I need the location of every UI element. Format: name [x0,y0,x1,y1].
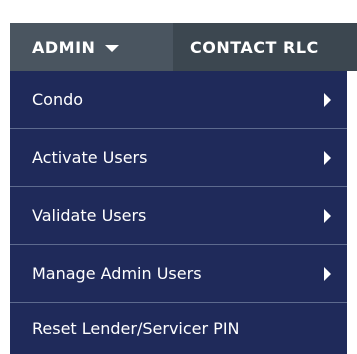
menu-item-activate-users[interactable]: Activate Users [10,129,347,186]
menu-item-condo[interactable]: Condo [10,71,347,128]
tab-admin[interactable]: ADMIN [10,23,173,71]
menu-item-label: Validate Users [32,206,147,225]
page: ADMIN CONTACT RLC Condo Activate Users V… [0,0,357,354]
chevron-right-icon [324,150,331,165]
tab-contact-rlc-label: CONTACT RLC [190,37,319,57]
chevron-right-icon [324,92,331,107]
menu-item-manage-admin-users[interactable]: Manage Admin Users [10,245,347,302]
menu-item-label: Manage Admin Users [32,264,202,283]
top-nav: ADMIN CONTACT RLC [0,0,357,80]
menu-item-validate-users[interactable]: Validate Users [10,187,347,244]
menu-item-label: Reset Lender/Servicer PIN [32,319,240,338]
tab-contact-rlc[interactable]: CONTACT RLC [173,23,357,71]
menu-item-label: Activate Users [32,148,148,167]
chevron-right-icon [324,208,331,223]
chevron-right-icon [324,266,331,281]
chevron-down-icon [105,44,120,52]
menu-item-reset-lender-servicer-pin[interactable]: Reset Lender/Servicer PIN [10,303,347,354]
menu-item-label: Condo [32,90,84,109]
admin-dropdown-menu: Condo Activate Users Validate Users Mana… [10,71,347,354]
tab-admin-label: ADMIN [32,37,96,57]
